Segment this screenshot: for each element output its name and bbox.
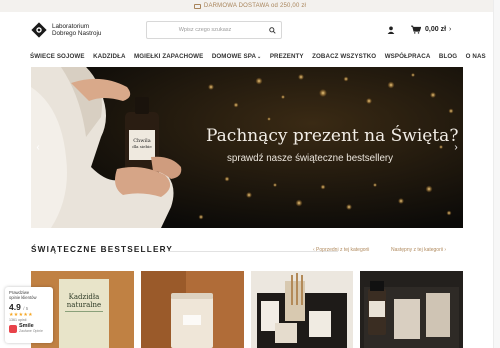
shipping-announcement-bar: DARMOWA DOSTAWA od 250,00 zł [0,0,500,12]
cart-icon [411,25,421,34]
nav-item-mgielki-zapachowe[interactable]: MGIEŁKI ZAPACHOWE [134,53,203,60]
banner-subheadline[interactable]: sprawdź nasze świąteczne bestsellery [227,153,393,164]
smile-logo-icon [9,324,17,333]
search-box[interactable]: Wpisz czego szukasz [146,21,282,39]
scrollbar[interactable] [493,0,500,348]
nav-item-domowe-spa[interactable]: DOMOWE SPA⌄ [212,53,262,60]
hero-banner-image: Chwila dla siebie [31,67,463,228]
site-header: Laboratorium Dobrego Nastroju Wpisz czeg… [0,12,500,48]
main-navigation: ŚWIECE SOJOWE KADZIDŁA MGIEŁKI ZAPACHOWE… [30,50,486,62]
section-title: ŚWIĄTECZNE BESTSELLERY [31,245,174,254]
product-label-line2: naturalne [67,301,101,309]
hero-banner[interactable]: Chwila dla siebie ‹ › Pachnący prezent n… [31,67,463,228]
review-brand-subtitle: Zaufane Opinie [19,329,43,333]
logo-icon [31,22,47,38]
banner-headline: Pachnący prezent na Święta? [206,126,459,146]
logo[interactable]: Laboratorium Dobrego Nastroju [30,21,101,39]
search-input[interactable]: Wpisz czego szukasz [147,27,263,33]
logo-text: Laboratorium Dobrego Nastroju [52,23,101,37]
product-carousel: Kadzidła naturalne [31,271,463,348]
product-image-candle [140,271,244,348]
review-rating-value: 4.9 [9,302,21,312]
review-count: 1361 opinii [9,318,27,322]
search-button[interactable] [263,22,281,38]
nav-item-o-nas[interactable]: O NAS [466,53,486,60]
logo-text-line2: Dobrego Nastroju [52,30,102,37]
cart-caret-icon: › [449,26,452,33]
product-image-gift-box [250,271,354,348]
review-title-line2: opinie klientów [9,295,37,300]
next-category-link[interactable]: Następny z tej kategorii › [391,247,446,253]
search-icon [268,26,276,34]
nav-item-wspolpraca[interactable]: WSPÓŁPRACA [385,53,431,60]
nav-item-domowe-spa-label: DOMOWE SPA [211,52,257,60]
review-brand: Smile Zaufane Opinie [9,323,49,333]
chevron-down-icon: ⌄ [257,53,262,60]
nav-item-prezenty[interactable]: PREZENTY [270,53,304,60]
bestsellers-section-header: ŚWIĄTECZNE BESTSELLERY ‹ Poprzedni z tej… [31,241,463,261]
review-rating: 4.9 / 5 [9,302,49,312]
product-card[interactable] [360,271,463,348]
nav-item-zobacz-wszystko[interactable]: ZOBACZ WSZYSTKO [312,53,376,60]
logo-text-line1: Laboratorium [52,23,90,30]
bottle-label-line2: dla siebie [132,144,152,149]
shipping-text: DARMOWA DOSTAWA od 250,00 zł [203,3,307,9]
truck-icon [193,3,201,9]
user-icon[interactable] [387,26,395,34]
nav-item-blog[interactable]: BLOG [439,53,457,60]
cart-button[interactable]: 0,00 zł › [411,25,451,34]
cart-total: 0,00 zł [425,26,447,33]
product-card[interactable] [250,271,354,348]
prev-category-link[interactable]: ‹ Poprzedni z tej kategorii [313,247,369,253]
product-image-diffuser-set [360,271,463,348]
product-label-line1: Kadzidła [69,293,100,301]
nav-item-swiece-sojowe[interactable]: ŚWIECE SOJOWE [30,53,85,60]
banner-prev-arrow[interactable]: ‹ [33,143,43,153]
nav-item-kadzidla[interactable]: KADZIDŁA [93,53,125,60]
review-widget[interactable]: Prawdziwe opinie klientów 4.9 / 5 ★★★★★ … [5,287,53,343]
product-card[interactable] [140,271,244,348]
review-rating-scale: / 5 [23,306,29,311]
